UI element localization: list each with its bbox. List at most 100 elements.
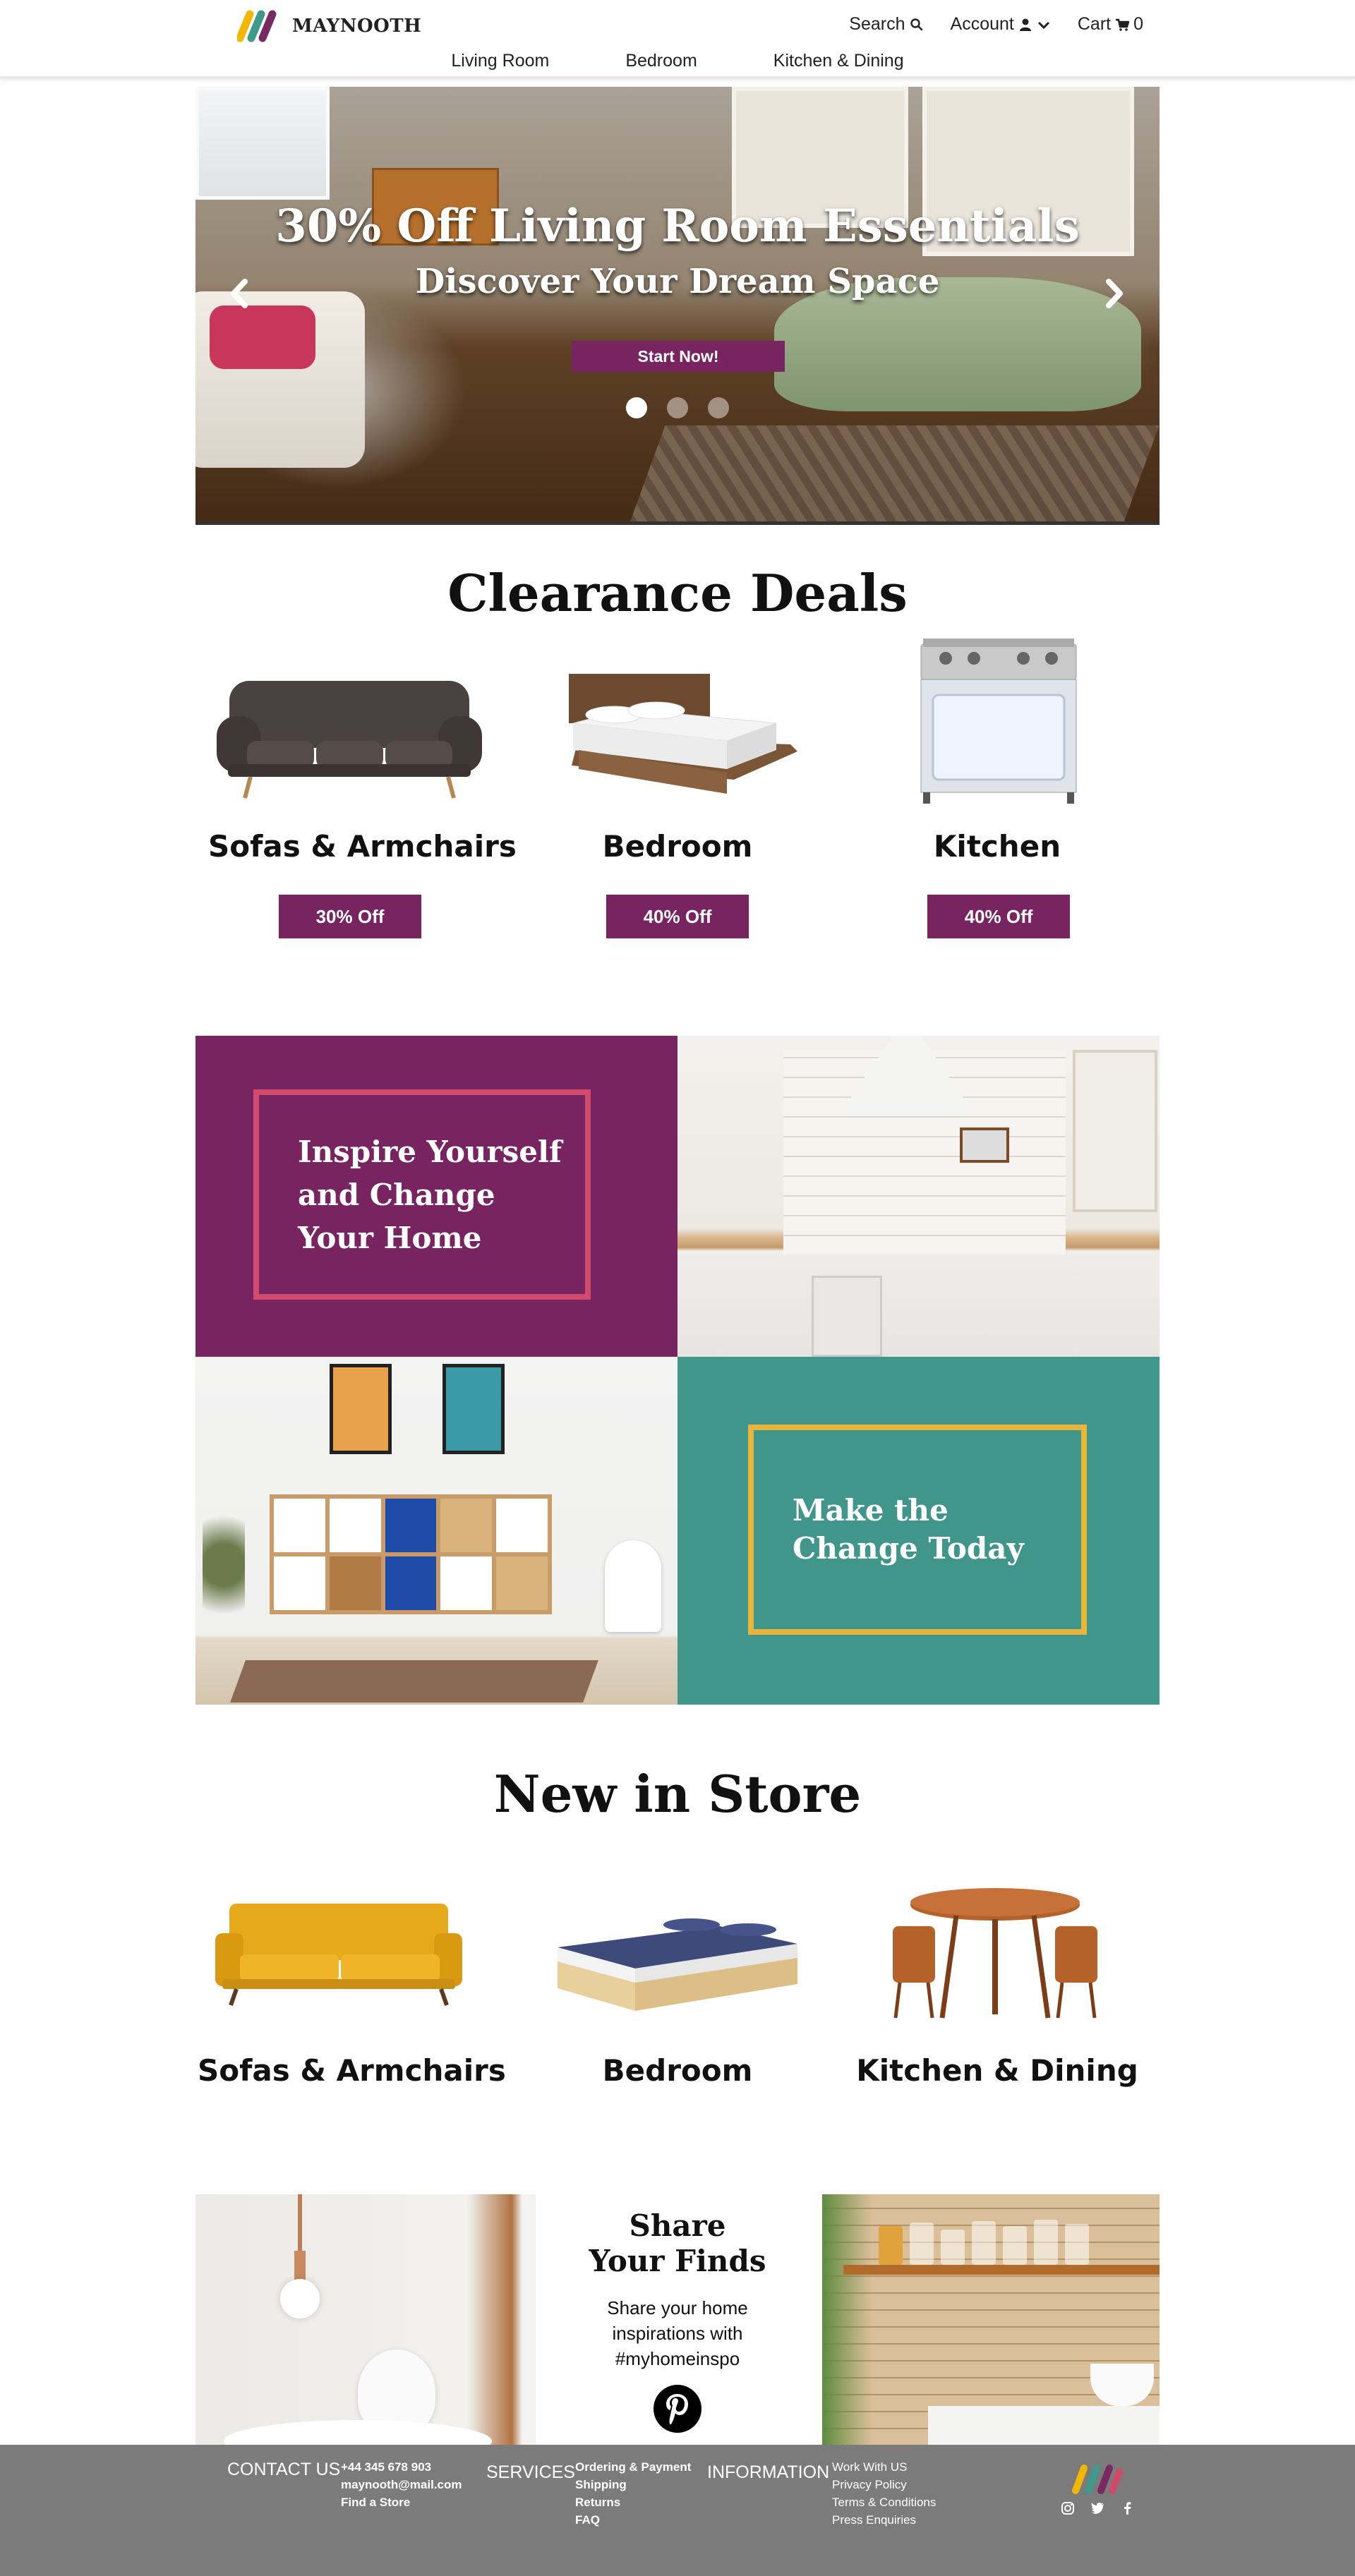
- start-now-button[interactable]: Start Now!: [572, 341, 785, 372]
- lamp-bulb: [280, 2279, 320, 2318]
- hero-title: 30% Off Living Room Essentials: [275, 200, 1080, 253]
- footer-link[interactable]: Privacy Policy: [832, 2476, 936, 2493]
- clearance-oven-image[interactable]: [917, 639, 1080, 804]
- oven-door: [812, 1276, 882, 1357]
- search-icon: [910, 18, 922, 30]
- clearance-title: Clearance Deals: [447, 563, 908, 623]
- footer-phone[interactable]: +44 345 678 903: [341, 2458, 462, 2476]
- footer-information-list: Work With US Privacy Policy Terms & Cond…: [832, 2458, 936, 2529]
- new-bed-image[interactable]: [558, 1905, 797, 2018]
- kitchen-photo-tile: [678, 1036, 1160, 1357]
- account-link[interactable]: Account: [951, 14, 1051, 35]
- user-icon: [1019, 18, 1031, 31]
- main-nav: Living Room Bedroom Kitchen & Dining: [0, 51, 1355, 71]
- inspire-tile[interactable]: Inspire Yourself and Change Your Home: [195, 1036, 678, 1357]
- footer-link[interactable]: Press Enquiries: [832, 2511, 936, 2529]
- share-hashtag: #myhomeinspo: [615, 2348, 740, 2369]
- social-links: [1061, 2501, 1134, 2515]
- share-title-line: Your Finds: [589, 2244, 766, 2278]
- footer-contact-list: +44 345 678 903 maynooth@mail.com Find a…: [341, 2458, 462, 2511]
- share-text-line: Share your home: [607, 2297, 748, 2318]
- new-item-name: Sofas & Armchairs: [198, 2053, 506, 2088]
- footer-email[interactable]: maynooth@mail.com: [341, 2476, 462, 2493]
- living-photo-tile: [195, 1357, 678, 1705]
- hero-window: [195, 87, 330, 200]
- bonsai-plant: [203, 1498, 245, 1632]
- lamp-cord: [298, 2194, 302, 2258]
- footer-link[interactable]: Terms & Conditions: [832, 2493, 936, 2511]
- wall-picture: [960, 1127, 1009, 1163]
- pinterest-icon: [666, 2394, 688, 2424]
- footer-link[interactable]: Work With US: [832, 2458, 936, 2476]
- cart-link[interactable]: Cart 0: [1078, 14, 1143, 35]
- facebook-icon[interactable]: [1120, 2501, 1134, 2515]
- footer-link[interactable]: Returns: [575, 2493, 691, 2511]
- footer-link[interactable]: Shipping: [575, 2476, 691, 2493]
- cart-icon: [1116, 18, 1130, 31]
- slide-dot-3[interactable]: [708, 397, 729, 418]
- inspire-heading: Inspire Yourself and Change Your Home: [298, 1134, 562, 1255]
- kitchen-shelf-photo: [822, 2194, 1160, 2445]
- round-table: [224, 2420, 492, 2445]
- new-sofa-image[interactable]: [215, 1898, 462, 2007]
- wall-storage-unit: [270, 1494, 552, 1614]
- next-slide-button[interactable]: [1100, 276, 1128, 311]
- nav-kitchen-dining[interactable]: Kitchen & Dining: [773, 51, 904, 71]
- logo[interactable]: MAYNOOTH: [237, 8, 421, 44]
- new-item-name: Kitchen & Dining: [856, 2053, 1138, 2088]
- countertop-sink: [928, 2406, 1160, 2445]
- painting-right: [442, 1364, 505, 1454]
- hero-blanket: [210, 306, 315, 369]
- lamp-photo: [195, 2194, 536, 2445]
- footer-logo-icon: [1072, 2465, 1123, 2494]
- slide-dot-2[interactable]: [667, 397, 688, 418]
- slide-dot-1[interactable]: [626, 397, 647, 418]
- twitter-icon[interactable]: [1090, 2501, 1104, 2515]
- share-title: Share Your Finds: [536, 2208, 819, 2279]
- footer-link[interactable]: FAQ: [575, 2511, 691, 2529]
- footer-services-list: Ordering & Payment Shipping Returns FAQ: [575, 2458, 691, 2529]
- clearance-discount-button[interactable]: 40% Off: [606, 895, 749, 938]
- cart-label: Cart: [1077, 14, 1112, 34]
- search-link[interactable]: Search: [849, 14, 923, 35]
- wall-cabinet: [1073, 1050, 1157, 1212]
- pinterest-button[interactable]: [654, 2385, 701, 2433]
- prev-slide-button[interactable]: [225, 276, 253, 311]
- clearance-discount-button[interactable]: 40% Off: [927, 895, 1070, 938]
- hero-rug: [629, 425, 1160, 521]
- instagram-icon[interactable]: [1061, 2501, 1075, 2515]
- footer-link[interactable]: Ordering & Payment: [575, 2458, 691, 2476]
- site-header: MAYNOOTH Search Account Cart 0 Living Ro…: [0, 0, 1355, 79]
- new-item-name: Bedroom: [602, 2053, 753, 2088]
- painting-left: [330, 1364, 392, 1454]
- clearance-bed-image[interactable]: [565, 674, 797, 801]
- utility-nav: Search Account Cart 0: [849, 14, 1143, 35]
- footer-contact-heading: CONTACT US: [227, 2460, 341, 2479]
- account-label: Account: [950, 14, 1014, 34]
- change-frame: Make the Change Today: [748, 1425, 1087, 1635]
- search-label: Search: [849, 14, 905, 34]
- new-in-store-title: New in Store: [493, 1764, 862, 1824]
- clearance-item-name: Kitchen: [933, 829, 1061, 864]
- logo-text: MAYNOOTH: [292, 16, 422, 37]
- wooden-shelf: [843, 2265, 1160, 2275]
- clearance-item-name: Sofas & Armchairs: [208, 829, 517, 864]
- share-title-line: Share: [629, 2208, 726, 2243]
- floor-rug: [230, 1660, 598, 1703]
- nav-bedroom[interactable]: Bedroom: [625, 51, 697, 71]
- new-dining-set-image[interactable]: [893, 1884, 1097, 2021]
- change-heading: Make the Change Today: [793, 1493, 1024, 1566]
- clearance-item-name: Bedroom: [602, 829, 753, 864]
- hero-subtitle: Discover Your Dream Space: [415, 262, 940, 301]
- change-tile[interactable]: Make the Change Today: [678, 1357, 1160, 1705]
- footer-information-heading: INFORMATION: [707, 2462, 830, 2482]
- clearance-discount-button[interactable]: 30% Off: [279, 895, 421, 938]
- chevron-left-icon: [231, 279, 248, 308]
- footer-find-store[interactable]: Find a Store: [341, 2493, 462, 2511]
- green-plant: [822, 2194, 872, 2445]
- chevron-right-icon: [1106, 279, 1123, 308]
- inspire-frame: Inspire Yourself and Change Your Home: [253, 1089, 591, 1300]
- white-chair: [605, 1540, 661, 1632]
- clearance-sofa-image[interactable]: [215, 674, 483, 801]
- nav-living-room[interactable]: Living Room: [451, 51, 549, 71]
